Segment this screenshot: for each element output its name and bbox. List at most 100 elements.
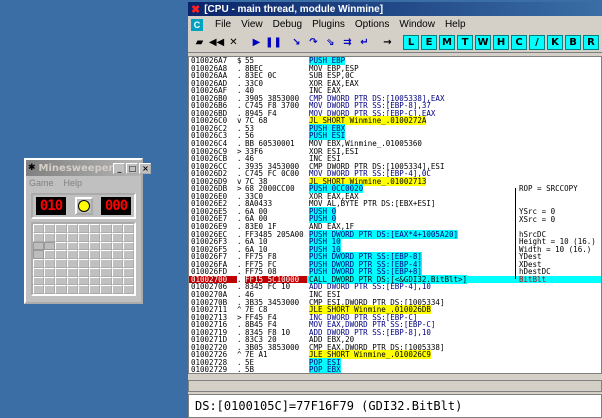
menu-debug[interactable]: Debug [273, 19, 302, 30]
mine-cell[interactable] [89, 250, 101, 259]
mine-cell[interactable] [44, 232, 56, 242]
minimize-button[interactable]: _ [113, 162, 126, 174]
mine-cell[interactable] [77, 232, 90, 242]
close-icon[interactable]: ✕ [226, 35, 241, 50]
menu-game[interactable]: Game [29, 178, 54, 188]
mine-cell[interactable] [111, 224, 123, 233]
mine-cell[interactable] [100, 267, 112, 277]
mine-cell[interactable] [77, 224, 90, 233]
menu-view[interactable]: View [241, 19, 263, 30]
maximize-button[interactable]: □ [126, 162, 139, 174]
menu-help[interactable]: Help [64, 178, 83, 188]
menu-options[interactable]: Options [355, 19, 389, 30]
mine-cell[interactable] [55, 250, 67, 259]
mine-cell[interactable] [122, 224, 134, 233]
toolbar-cpu-button[interactable]: C [511, 35, 527, 50]
mine-cell[interactable] [89, 276, 101, 286]
trace-into-icon[interactable]: ⇘ [323, 35, 338, 50]
pause-icon[interactable]: ❚❚ [265, 35, 282, 50]
toolbar-threads-button[interactable]: T [457, 35, 473, 50]
mine-cell[interactable] [55, 285, 67, 294]
mine-cell[interactable] [100, 285, 112, 294]
toolbar-memory-button[interactable]: M [439, 35, 455, 50]
mine-cell[interactable] [122, 267, 134, 277]
mine-cell[interactable] [33, 276, 45, 286]
mine-cell[interactable] [100, 259, 112, 268]
mine-cell[interactable] [66, 259, 78, 268]
mine-cell[interactable] [66, 250, 78, 259]
mine-cell[interactable] [44, 241, 56, 251]
step-over-icon[interactable]: ↷ [306, 35, 321, 50]
close-button[interactable]: × [139, 162, 152, 174]
menu-window[interactable]: Window [399, 19, 435, 30]
run-icon[interactable]: ▶ [249, 35, 264, 50]
mine-cell[interactable] [100, 250, 112, 259]
mine-cell[interactable] [33, 250, 45, 259]
mine-cell[interactable] [33, 259, 45, 268]
mine-cell[interactable] [100, 241, 112, 251]
mine-cell[interactable] [44, 276, 56, 286]
mine-cell[interactable] [111, 232, 123, 242]
goto-icon[interactable]: → [380, 35, 395, 50]
mine-cell[interactable] [122, 285, 134, 294]
mine-cell[interactable] [44, 259, 56, 268]
mine-cell[interactable] [77, 250, 90, 259]
mine-cell[interactable] [89, 285, 101, 294]
toolbar-references-button[interactable]: R [583, 35, 599, 50]
toolbar-patches-button[interactable]: / [529, 35, 545, 50]
mine-cell[interactable] [100, 276, 112, 286]
mine-cell[interactable] [66, 232, 78, 242]
mine-cell[interactable] [55, 232, 67, 242]
toolbar-callstack-button[interactable]: K [547, 35, 563, 50]
mine-cell[interactable] [111, 241, 123, 251]
mine-cell[interactable] [111, 267, 123, 277]
mine-cell[interactable] [77, 259, 90, 268]
mine-cell[interactable] [77, 267, 90, 277]
step-into-icon[interactable]: ↘ [289, 35, 304, 50]
mine-cell[interactable] [122, 241, 134, 251]
mine-cell[interactable] [89, 267, 101, 277]
mine-cell[interactable] [89, 224, 101, 233]
mine-cell[interactable] [66, 276, 78, 286]
mine-cell[interactable] [66, 285, 78, 294]
toolbar-windows-button[interactable]: W [475, 35, 491, 50]
mine-cell[interactable] [44, 285, 56, 294]
minesweeper-titlebar[interactable]: ✱ Minesweeper _ □ × [26, 160, 152, 176]
mine-cell[interactable] [100, 224, 112, 233]
toolbar-handles-button[interactable]: H [493, 35, 509, 50]
menu-plugins[interactable]: Plugins [312, 19, 345, 30]
restart-icon[interactable]: ◀◀ [209, 35, 224, 50]
mine-cell[interactable] [100, 232, 112, 242]
mine-cell[interactable] [89, 241, 101, 251]
menu-help[interactable]: Help [445, 19, 466, 30]
mine-cell[interactable] [66, 224, 78, 233]
mine-cell[interactable] [44, 224, 56, 233]
mine-cell[interactable] [55, 224, 67, 233]
mine-cell[interactable] [111, 259, 123, 268]
mine-cell[interactable] [77, 285, 90, 294]
execute-till-return-icon[interactable]: ↵ [357, 35, 372, 50]
mine-cell[interactable] [111, 276, 123, 286]
mine-cell[interactable] [77, 241, 90, 251]
toolbar-executables-button[interactable]: E [421, 35, 437, 50]
mine-cell[interactable] [33, 232, 45, 242]
mine-cell[interactable] [44, 250, 56, 259]
mine-cell[interactable] [89, 232, 101, 242]
toolbar-breakpoints-button[interactable]: B [565, 35, 581, 50]
trace-over-icon[interactable]: ⇉ [340, 35, 355, 50]
mine-cell[interactable] [55, 276, 67, 286]
mine-cell[interactable] [122, 259, 134, 268]
mine-cell[interactable] [33, 285, 45, 294]
mine-cell[interactable] [33, 241, 45, 251]
debugger-titlebar[interactable]: ✖ [CPU - main thread, module Winmine] [188, 2, 602, 16]
mine-cell[interactable] [111, 285, 123, 294]
mine-cell[interactable] [77, 276, 90, 286]
mine-cell[interactable] [66, 267, 78, 277]
mine-cell[interactable] [122, 250, 134, 259]
mine-cell[interactable] [89, 259, 101, 268]
open-icon[interactable]: ▰ [192, 35, 207, 50]
cpu-window-badge[interactable]: C [191, 18, 203, 31]
mine-cell[interactable] [55, 259, 67, 268]
mine-cell[interactable] [55, 267, 67, 277]
smiley-reset-button[interactable] [74, 197, 93, 215]
